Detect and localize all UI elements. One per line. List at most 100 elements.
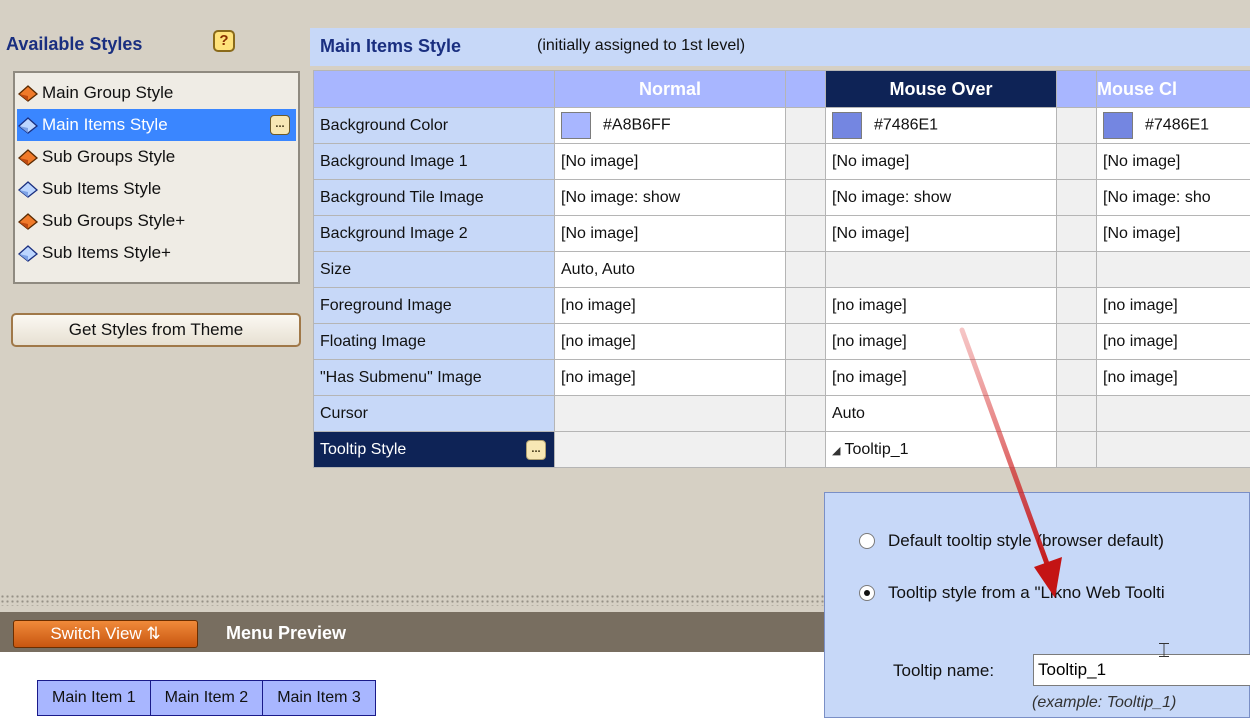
style-item-label: Sub Items Style: [42, 179, 162, 198]
radio-default-tooltip[interactable]: Default tooltip style (browser default): [859, 531, 1164, 551]
style-list: Main Group Style Main Items Style ... Su…: [13, 71, 300, 284]
cell-mouse-over[interactable]: [no image]: [825, 323, 1057, 360]
style-item-main-group[interactable]: Main Group Style: [17, 77, 296, 109]
cell-spacer: [785, 143, 826, 180]
color-swatch[interactable]: [1103, 112, 1133, 139]
cell-spacer: [785, 359, 826, 396]
tooltip-name-input[interactable]: [1033, 654, 1250, 686]
table-row: Foreground Image [no image] [no image] […: [313, 287, 1250, 324]
table-row: Background Image 1 [No image] [No image]…: [313, 143, 1250, 180]
cell-normal[interactable]: [no image]: [554, 287, 786, 324]
get-styles-from-theme-button[interactable]: Get Styles from Theme: [11, 313, 301, 347]
cell-mouse-over[interactable]: [No image]: [825, 215, 1057, 252]
cell-mouse-over[interactable]: [no image]: [825, 287, 1057, 324]
cell-mouse-click[interactable]: [No image]: [1096, 143, 1250, 180]
row-label-selected[interactable]: Tooltip Style ...: [313, 431, 555, 468]
cell-normal[interactable]: [554, 395, 786, 432]
column-spacer: [1056, 70, 1097, 108]
table-row: Size Auto, Auto: [313, 251, 1250, 288]
table-row: Background Color #A8B6FF #7486E1 #7486E1: [313, 107, 1250, 144]
style-item-sub-items-plus[interactable]: Sub Items Style+: [17, 237, 296, 269]
cell-normal[interactable]: Auto, Auto: [554, 251, 786, 288]
cell-value: #7486E1: [1145, 116, 1210, 134]
radio-likno-tooltip[interactable]: Tooltip style from a "Likno Web Toolti: [859, 583, 1165, 603]
cell-mouse-click[interactable]: [1096, 395, 1250, 432]
cell-spacer: [1056, 323, 1097, 360]
cell-mouse-over[interactable]: #7486E1: [825, 107, 1057, 144]
row-label-text: Tooltip Style: [320, 440, 407, 458]
style-item-label: Main Items Style: [42, 115, 168, 134]
row-label[interactable]: Floating Image: [313, 323, 555, 360]
cell-mouse-click[interactable]: #7486E1: [1096, 107, 1250, 144]
row-label[interactable]: Size: [313, 251, 555, 288]
color-swatch[interactable]: [832, 112, 862, 139]
cell-normal[interactable]: [554, 431, 786, 468]
item-style-icon: [17, 117, 39, 134]
cell-spacer: [1056, 287, 1097, 324]
more-options-button[interactable]: ...: [270, 115, 290, 135]
cell-normal[interactable]: [no image]: [554, 359, 786, 396]
menu-preview-bar: Main Item 1 Main Item 2 Main Item 3: [37, 680, 376, 716]
radio-label: Default tooltip style (browser default): [888, 531, 1164, 550]
cell-mouse-click[interactable]: [no image]: [1096, 323, 1250, 360]
row-label[interactable]: Background Image 1: [313, 143, 555, 180]
text-cursor-icon: ⌶: [1158, 640, 1170, 662]
row-label[interactable]: "Has Submenu" Image: [313, 359, 555, 396]
style-item-sub-groups-plus[interactable]: Sub Groups Style+: [17, 205, 296, 237]
table-row: Tooltip Style ... ◢ Tooltip_1: [313, 431, 1250, 468]
cell-mouse-over[interactable]: ◢ Tooltip_1: [825, 431, 1057, 468]
cell-mouse-over[interactable]: [825, 251, 1057, 288]
row-label[interactable]: Cursor: [313, 395, 555, 432]
row-label[interactable]: Background Tile Image: [313, 179, 555, 216]
style-item-sub-items[interactable]: Sub Items Style: [17, 173, 296, 205]
cell-mouse-click[interactable]: [1096, 431, 1250, 468]
cell-mouse-click[interactable]: [No image: sho: [1096, 179, 1250, 216]
panel-splitter[interactable]: [0, 594, 830, 606]
table-row: Background Tile Image [No image: show [N…: [313, 179, 1250, 216]
cell-mouse-over[interactable]: [No image: show: [825, 179, 1057, 216]
column-normal[interactable]: Normal: [554, 70, 786, 108]
style-item-sub-groups[interactable]: Sub Groups Style: [17, 141, 296, 173]
properties-grid: Normal Mouse Over Mouse Cl Background Co…: [313, 70, 1250, 490]
cell-mouse-over[interactable]: Auto: [825, 395, 1057, 432]
help-icon[interactable]: ?: [213, 30, 235, 52]
cell-mouse-over[interactable]: [no image]: [825, 359, 1057, 396]
cell-normal[interactable]: #A8B6FF: [554, 107, 786, 144]
available-styles-title: Available Styles: [6, 34, 143, 54]
switch-view-button[interactable]: Switch View ⇅: [13, 620, 198, 648]
row-label[interactable]: Background Color: [313, 107, 555, 144]
color-swatch[interactable]: [561, 112, 591, 139]
radio-button-selected[interactable]: [859, 585, 875, 601]
style-item-main-items[interactable]: Main Items Style ...: [17, 109, 296, 141]
table-row: Background Image 2 [No image] [No image]…: [313, 215, 1250, 252]
row-label[interactable]: Background Image 2: [313, 215, 555, 252]
column-mouse-click[interactable]: Mouse Cl: [1096, 70, 1250, 108]
cell-spacer: [1056, 215, 1097, 252]
radio-button[interactable]: [859, 533, 875, 549]
row-label[interactable]: Foreground Image: [313, 287, 555, 324]
cell-normal[interactable]: [no image]: [554, 323, 786, 360]
cell-spacer: [1056, 431, 1097, 468]
dropdown-corner-icon[interactable]: ◢: [832, 445, 840, 457]
cell-mouse-over[interactable]: [No image]: [825, 143, 1057, 180]
cell-normal[interactable]: [No image: show: [554, 179, 786, 216]
cell-spacer: [1056, 107, 1097, 144]
more-options-button[interactable]: ...: [526, 440, 546, 460]
cell-mouse-click[interactable]: [no image]: [1096, 287, 1250, 324]
cell-normal[interactable]: [No image]: [554, 143, 786, 180]
group-style-icon: [17, 85, 39, 102]
style-title: Main Items Style: [320, 36, 462, 56]
column-mouse-over[interactable]: Mouse Over: [825, 70, 1057, 108]
menu-item[interactable]: Main Item 1: [38, 681, 151, 715]
menu-item[interactable]: Main Item 3: [263, 681, 375, 715]
group-style-icon: [17, 149, 39, 166]
cell-normal[interactable]: [No image]: [554, 215, 786, 252]
tooltip-name-example: (example: Tooltip_1): [1032, 694, 1177, 711]
menu-item[interactable]: Main Item 2: [150, 681, 264, 715]
cell-mouse-click[interactable]: [no image]: [1096, 359, 1250, 396]
cell-mouse-click[interactable]: [No image]: [1096, 215, 1250, 252]
cell-spacer: [785, 431, 826, 468]
cell-spacer: [785, 395, 826, 432]
cell-mouse-click[interactable]: [1096, 251, 1250, 288]
cell-spacer: [785, 323, 826, 360]
